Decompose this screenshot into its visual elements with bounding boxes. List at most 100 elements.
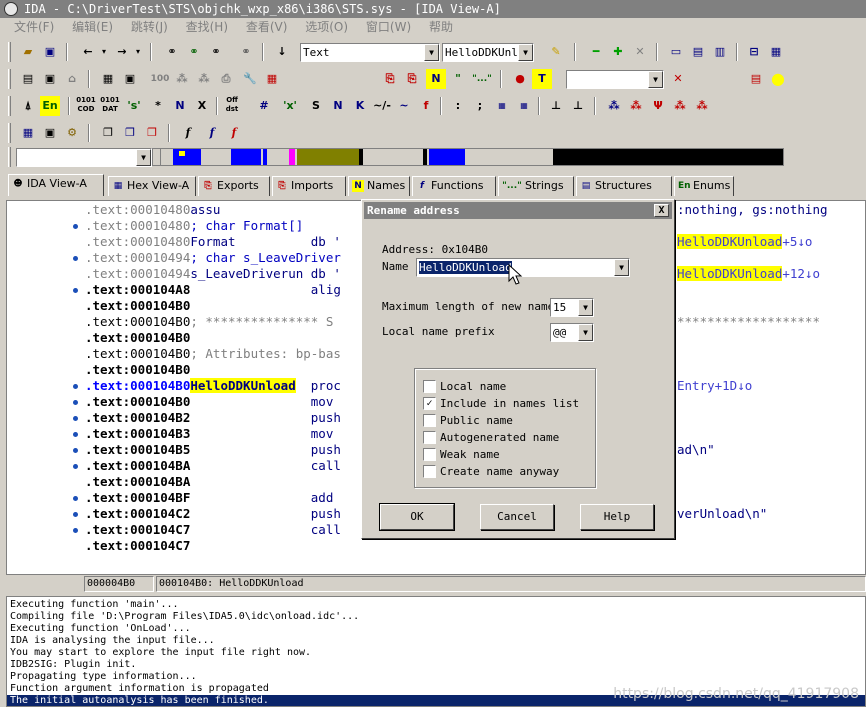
photo-icon[interactable]: ▣ [40, 123, 60, 143]
text-t-icon[interactable]: T [532, 69, 552, 89]
chevron-down-icon[interactable]: ▼ [518, 44, 533, 61]
xref-from-icon[interactable]: ⁂ [692, 96, 712, 116]
xref-name-highlight[interactable]: HelloDDKUnload [677, 234, 783, 249]
window-tile-icon[interactable]: ▤ [688, 42, 708, 62]
autogenerated-name-checkbox[interactable]: Autogenerated name [423, 431, 559, 445]
max-length-combo[interactable]: 15 ▼ [550, 298, 594, 317]
tab-strings[interactable]: "..." Strings [498, 176, 574, 196]
bitwise-not-icon[interactable]: ~ [394, 96, 414, 116]
nav-combo[interactable]: ▼ [16, 148, 152, 167]
hex-100-icon[interactable]: 100 [150, 69, 170, 89]
brush-icon[interactable]: ✎ [546, 42, 566, 62]
nav-segment[interactable] [173, 149, 201, 165]
search-text-icon[interactable]: ⚭ [184, 42, 204, 62]
nav-segment[interactable] [297, 149, 359, 165]
enum-icon[interactable]: N [328, 96, 348, 116]
report-icon[interactable]: ▤ [746, 69, 766, 89]
nodes-icon[interactable]: ⁂ [172, 69, 192, 89]
pencil-icon[interactable]: f [416, 96, 436, 116]
delete-icon[interactable]: ✕ [630, 42, 650, 62]
collapse-icon[interactable]: ━ [586, 42, 606, 62]
cancel-button[interactable]: Cancel [480, 504, 554, 530]
menu-search[interactable]: 查找(H) [186, 18, 228, 36]
nav-segment[interactable] [423, 149, 427, 165]
nav-segment[interactable] [429, 149, 465, 165]
string-icon[interactable]: " [448, 69, 468, 89]
code-line[interactable]: .text:000104B0 [85, 298, 190, 314]
toolbar-grip[interactable] [8, 123, 11, 143]
open-file-icon[interactable]: ▰ [18, 42, 38, 62]
antenna-icon[interactable]: ⍋ [18, 96, 38, 116]
char-icon[interactable]: 'x' [280, 96, 300, 116]
sun-icon[interactable]: ● [768, 69, 788, 89]
function-name-highlight[interactable]: HelloDDKUnload [190, 378, 296, 393]
struct-offset-icon[interactable]: K [350, 96, 370, 116]
chevron-down-icon[interactable]: ▼ [614, 259, 629, 276]
windows-blue-icon[interactable]: ❐ [120, 123, 140, 143]
search-binary-icon[interactable]: ⚭ [206, 42, 226, 62]
tab-imports[interactable]: ⎘ Imports [272, 176, 346, 196]
toolbar-grip[interactable] [8, 69, 11, 89]
toolbar-grip[interactable] [8, 96, 11, 116]
comment-list-icon[interactable]: ✕ [668, 69, 688, 89]
code-line[interactable]: .text:000104BA call [85, 458, 341, 474]
xref-name-highlight[interactable]: HelloDDKUnload [677, 266, 783, 281]
toolbar-grip[interactable] [8, 147, 11, 167]
back-dropdown-icon[interactable]: ▾ [94, 42, 114, 62]
gear-icon[interactable]: ⚙ [62, 123, 82, 143]
function-edit-icon[interactable]: f [202, 123, 222, 143]
expand-icon[interactable]: ✚ [608, 42, 628, 62]
code-line[interactable]: .text:000104C2 push [85, 506, 341, 522]
code-line[interactable]: .text:000104B0 [85, 330, 190, 346]
code-line[interactable]: .text:000104B0 mov [85, 394, 333, 410]
save-icon[interactable]: ▣ [40, 42, 60, 62]
code-line[interactable]: .text:000104A8 alig [85, 282, 341, 298]
windows-icon[interactable]: ❐ [98, 123, 118, 143]
code-line[interactable]: .text:000104C7 [85, 538, 190, 554]
name-icon[interactable]: N [170, 96, 190, 116]
code-line[interactable]: .text:000104C7 call [85, 522, 341, 538]
menu-windows[interactable]: 窗口(W) [366, 18, 411, 36]
binoculars-icon[interactable]: ⚭ [162, 42, 182, 62]
public-name-checkbox[interactable]: Public name [423, 414, 513, 428]
jump-down-icon[interactable]: ↓ [272, 42, 292, 62]
home-icon[interactable]: ⌂ [62, 69, 82, 89]
code-line[interactable]: .text:00010480assu [85, 202, 220, 218]
make-code-icon[interactable]: 0101 COD [76, 96, 96, 116]
calendar-icon[interactable]: ▦ [18, 123, 38, 143]
structure-icon[interactable]: ▣ [120, 69, 140, 89]
code-line[interactable]: .text:000104B0 [85, 362, 190, 378]
code-line[interactable]: .text:00010494; char s_LeaveDriver [85, 250, 341, 266]
toolbar-combo-2[interactable]: ▼ [566, 70, 664, 89]
nav-segment[interactable] [263, 149, 267, 165]
offset-icon[interactable]: Off dst [222, 96, 242, 116]
tab-enums[interactable]: En Enums [674, 176, 734, 196]
help-button[interactable]: Help [580, 504, 654, 530]
wrench-icon[interactable]: 🔧 [240, 69, 260, 89]
segment-combo[interactable]: Text ▼ [300, 43, 440, 62]
breakpoint-icon[interactable]: ● [510, 69, 530, 89]
calculator-icon[interactable]: ▦ [98, 69, 118, 89]
code-line[interactable]: .text:000104B3 mov [85, 426, 333, 442]
comment-icon[interactable]: : [448, 96, 468, 116]
menu-file[interactable]: 文件(F) [14, 18, 54, 36]
local-name-checkbox[interactable]: Local name [423, 380, 506, 394]
chevron-down-icon[interactable]: ▼ [424, 44, 439, 61]
quotes-icon[interactable]: "..." [472, 69, 492, 89]
output-window[interactable]: Executing function 'main'... Compiling fi… [6, 596, 866, 707]
chevron-down-icon[interactable]: ▼ [136, 149, 151, 166]
nav-segment[interactable] [231, 149, 261, 165]
create-name-anyway-checkbox[interactable]: Create name anyway [423, 465, 559, 479]
data-xref-icon[interactable]: ⎘ [402, 69, 422, 89]
window-cascade-icon[interactable]: ▭ [666, 42, 686, 62]
repeat-comment-icon[interactable]: ; [470, 96, 490, 116]
menu-edit[interactable]: 编辑(E) [72, 18, 113, 36]
code-line[interactable]: .text:00010480Format db ' [85, 234, 341, 250]
graph-icon[interactable]: ⊟ [744, 42, 764, 62]
palette-icon[interactable]: ▦ [262, 69, 282, 89]
code-line[interactable]: .text:000104B0HelloDDKUnload proc [85, 378, 341, 394]
undefine-x-icon[interactable]: X [192, 96, 212, 116]
nav-segment[interactable] [359, 149, 363, 165]
menu-view[interactable]: 查看(V) [246, 18, 288, 36]
user-xref-icon[interactable]: Ψ [648, 96, 668, 116]
